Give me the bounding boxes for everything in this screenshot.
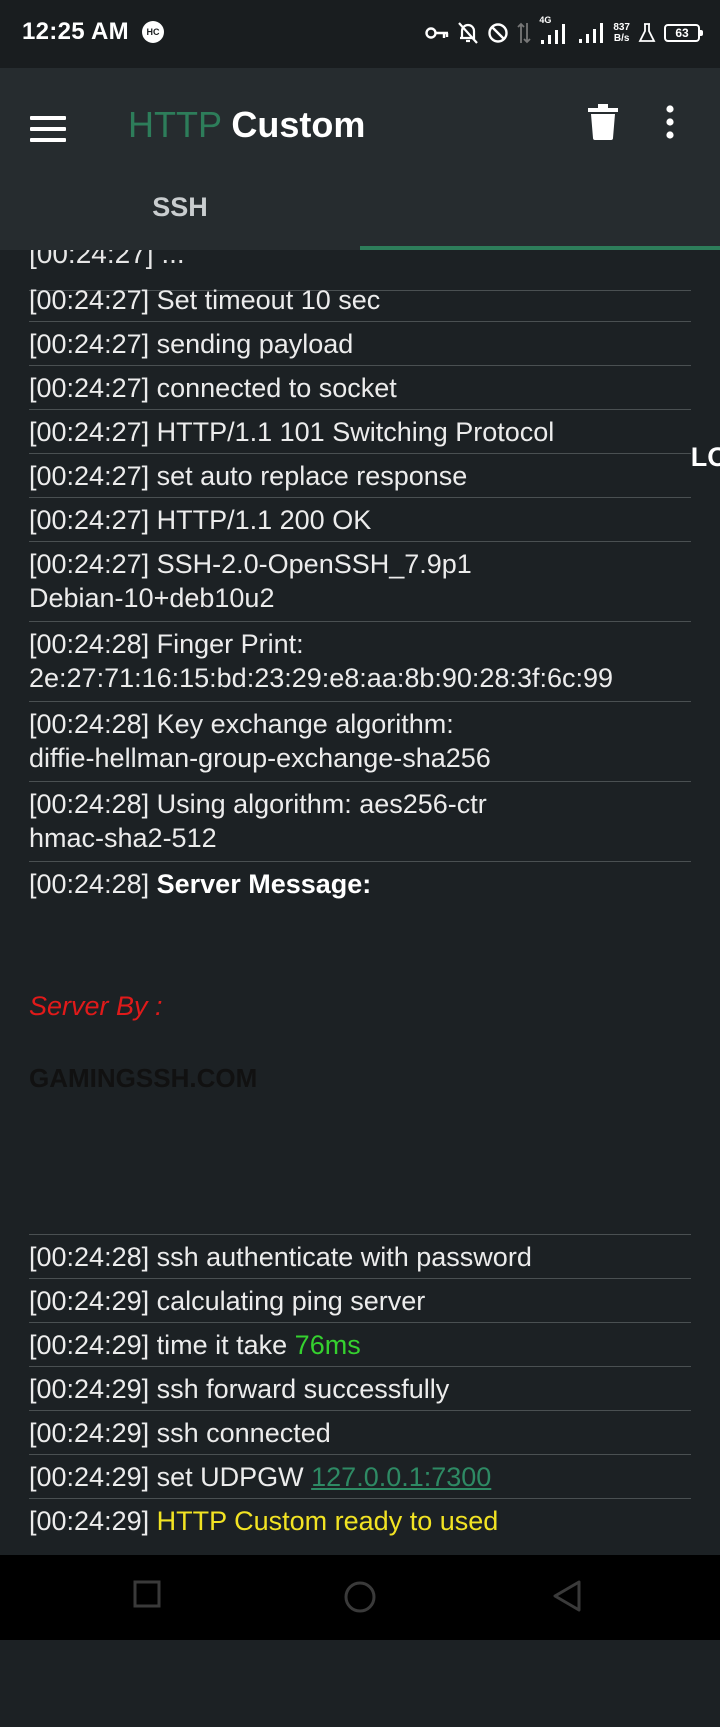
log-entry: [00:24:27] HTTP/1.1 200 OK (29, 498, 691, 542)
back-button[interactable] (552, 1579, 592, 1619)
menu-icon (30, 110, 70, 142)
notifications-off-icon (458, 22, 479, 44)
log-entry: [00:24:27] Set timeout 10 sec (29, 278, 691, 322)
app-title-part2: Custom (231, 104, 366, 145)
ready-message: HTTP Custom ready to used (156, 1506, 499, 1536)
log-entry-server-message: [00:24:28] Server Message: (29, 869, 372, 899)
log-list: [00:24:27] Set timeout 10 sec [00:24:27]… (29, 278, 691, 1542)
log-entry: [00:24:29] time it take 76ms (29, 1323, 691, 1367)
server-message-block: [00:24:28] Server Message: Server By : G… (29, 862, 691, 1235)
log-entry: [00:24:27] connected to socket (29, 366, 691, 410)
system-nav-bar (0, 1555, 720, 1640)
signal-icon (579, 23, 604, 43)
log-entry: [00:24:27] set auto replace response (29, 454, 691, 498)
log-entry: [00:24:28] Finger Print: 2e:27:71:16:15:b… (29, 622, 691, 702)
trash-icon (588, 104, 618, 140)
flask-icon (638, 23, 656, 42)
do-not-disturb-icon (488, 23, 509, 43)
signal-4g-icon: 4G (539, 15, 569, 46)
more-options-button[interactable] (664, 104, 698, 148)
log-entry: [00:24:29] set UDPGW 127.0.0.1:7300 (29, 1455, 691, 1499)
more-vert-icon (666, 105, 674, 139)
tab-ssh[interactable]: SSH (0, 172, 360, 250)
server-by-label: Server By : (29, 991, 163, 1021)
recent-apps-button[interactable] (132, 1579, 172, 1619)
log-entry: [00:24:28] Key exchange algorithm: diffie… (29, 702, 691, 782)
home-button[interactable] (342, 1579, 382, 1619)
log-entry: [00:24:28] ssh authenticate with passwor… (29, 1235, 691, 1279)
status-bar: 12:25 AM HC 4G 837 B/s 63 (0, 0, 720, 68)
log-entry: [00:24:27] sending payload (29, 322, 691, 366)
square-icon (133, 1580, 161, 1608)
log-entry: [00:24:28] Using algorithm: aes256-ctr hm… (29, 782, 691, 862)
log-panel[interactable]: [00:24:27] ... [00:24:27] Set timeout 10… (0, 250, 720, 1555)
tab-bar: SSH LOG (0, 172, 720, 472)
battery-icon: 63 (664, 24, 703, 42)
udpgw-link[interactable]: 127.0.0.1:7300 (311, 1462, 491, 1492)
app-title: HTTP Custom (128, 104, 365, 146)
log-entry: [00:24:29] calculating ping server (29, 1279, 691, 1323)
log-entry: [00:24:27] SSH-2.0-OpenSSH_7.9p1 Debian-1… (29, 542, 691, 622)
data-rate: 837 B/s (613, 22, 630, 44)
ping-time-value: 76ms (294, 1330, 361, 1360)
vpn-key-icon (425, 27, 449, 39)
status-icons: 4G 837 B/s 63 (425, 15, 703, 50)
data-rate-unit: B/s (613, 33, 630, 44)
app-title-part1: HTTP (128, 104, 222, 145)
triangle-back-icon (553, 1580, 581, 1612)
data-rate-value: 837 (613, 22, 630, 33)
server-site-label: GAMINGSSH.COM (29, 1063, 258, 1093)
data-transfer-icon (517, 22, 531, 44)
log-entry: [00:24:29] HTTP Custom ready to used (29, 1506, 499, 1536)
app-bar: HTTP Custom SSH LOG (0, 68, 720, 472)
status-time: 12:25 AM (22, 18, 129, 45)
log-entry: [00:24:29] ssh connected (29, 1411, 691, 1455)
log-entry: [00:24:27] HTTP/1.1 101 Switching Protoc… (29, 410, 691, 454)
clear-log-button[interactable] (588, 104, 622, 148)
hc-badge-icon: HC (142, 21, 164, 43)
log-entry: [00:24:29] ssh forward successfully (29, 1367, 691, 1411)
circle-icon (344, 1581, 376, 1613)
menu-button[interactable] (30, 110, 70, 150)
